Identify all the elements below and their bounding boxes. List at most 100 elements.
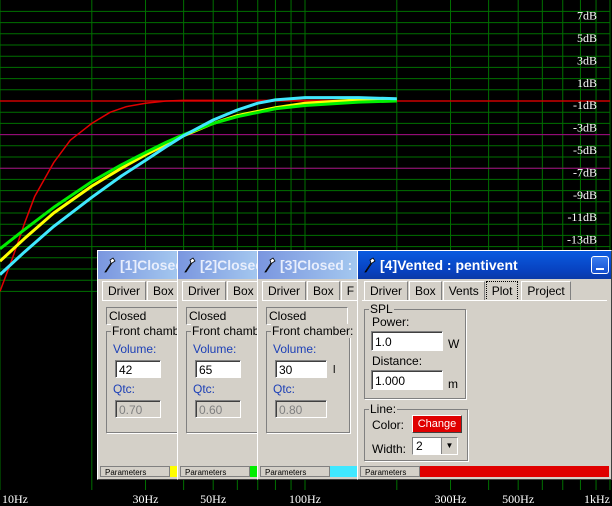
front-chamber-label: Front chamber — [191, 324, 262, 338]
distance-field[interactable]: 1.000 — [371, 370, 443, 390]
y-tick-label: -7dB — [573, 165, 597, 179]
tab-box[interactable]: Box — [307, 281, 340, 300]
status-bar: Parameters — [360, 466, 609, 477]
parameters-label: Parameters — [360, 466, 420, 477]
volume-label: Volume: — [113, 342, 157, 356]
tab-box[interactable]: Box — [227, 281, 260, 300]
window-1-titlebar[interactable]: [1]Closed — [98, 251, 182, 279]
x-tick-label: 30Hz — [133, 492, 159, 506]
qtc-label: Qtc: — [273, 382, 296, 396]
distance-unit: m — [448, 377, 458, 391]
status-bar: Parameters — [180, 466, 260, 477]
wrench-icon — [104, 257, 116, 273]
x-tick-label: 100Hz — [289, 492, 321, 506]
volume-field[interactable]: 65 — [195, 360, 241, 378]
line-group-label: Line: — [369, 402, 398, 416]
y-tick-label: -13dB — [567, 233, 597, 247]
volume-label: Volume: — [273, 342, 317, 356]
x-tick-label: 500Hz — [502, 492, 534, 506]
width-select[interactable]: 2 ▼ — [412, 437, 458, 455]
tab-driver[interactable]: Driver — [102, 281, 146, 300]
box-type-select[interactable]: Closed — [106, 307, 182, 325]
width-label: Width: — [372, 442, 407, 456]
wrench-icon — [264, 257, 276, 273]
distance-label: Distance: — [372, 354, 423, 368]
window-2-titlebar[interactable]: [2]Closed — [178, 251, 262, 279]
box-type-select[interactable]: Closed — [266, 307, 348, 325]
front-chamber-label: Front chamber — [111, 324, 182, 338]
wrench-icon — [184, 257, 196, 273]
response-curve — [0, 96, 397, 276]
qtc-field: 0.80 — [275, 400, 327, 418]
tab-divider — [362, 300, 607, 301]
qtc-field: 0.70 — [115, 400, 161, 418]
parameters-label: Parameters — [100, 466, 170, 477]
color-label: Color: — [372, 418, 405, 432]
window-1-title: [1]Closed — [120, 257, 182, 273]
front-chamber-label: Front chamber: — [271, 324, 355, 338]
x-tick-label: 300Hz — [435, 492, 467, 506]
status-bar: Parameters — [100, 466, 180, 477]
x-tick-labels: 10Hz 30Hz 50Hz 100Hz 300Hz 500Hz 1kHz — [2, 492, 610, 506]
window-3-titlebar[interactable]: [3]Closed : — [258, 251, 362, 279]
response-curve — [0, 98, 397, 263]
parameters-label: Parameters — [180, 466, 250, 477]
width-value: 2 — [416, 439, 423, 453]
tab-vents[interactable]: Vents — [442, 281, 485, 300]
qtc-field: 0.60 — [195, 400, 241, 418]
tab-driver[interactable]: Driver — [262, 281, 306, 300]
window-1[interactable]: [1]Closed Driver Box Closed Front chambe… — [97, 250, 183, 480]
y-tick-label: -3dB — [573, 121, 597, 135]
front-chamber-group: Front chamber Volume: 42 Qtc: 0.70 — [106, 324, 182, 433]
y-tick-label: -5dB — [573, 143, 597, 157]
dropdown-arrow-icon[interactable]: ▼ — [441, 438, 457, 454]
y-tick-label: 5dB — [577, 31, 597, 45]
x-tick-label: 10Hz — [2, 492, 28, 506]
window-4[interactable]: [4]Vented : pentivent Driver Box Vents P… — [357, 250, 612, 480]
tab-plot[interactable]: Plot — [485, 281, 519, 301]
window-4-titlebar[interactable]: [4]Vented : pentivent — [358, 251, 611, 279]
tab-divider — [262, 300, 358, 301]
parameters-label: Parameters — [260, 466, 330, 477]
tab-project[interactable]: Project — [521, 281, 571, 300]
y-tick-label: -9dB — [573, 188, 597, 202]
change-label: Change — [417, 418, 457, 430]
volume-field[interactable]: 30 — [275, 360, 327, 378]
front-chamber-group: Front chamber: Volume: 30 l Qtc: 0.80 — [266, 324, 355, 433]
volume-label: Volume: — [193, 342, 237, 356]
y-tick-labels: 7dB 5dB 3dB 1dB -1dB -3dB -5dB -7dB -9dB -11dB -13… — [567, 9, 597, 247]
change-color-button[interactable]: Change — [412, 415, 462, 433]
y-tick-label: 3dB — [577, 53, 597, 67]
window-4-title: [4]Vented : pentivent — [380, 257, 518, 273]
tab-box[interactable]: Box — [409, 281, 442, 300]
front-chamber-group: Front chamber Volume: 65 Qtc: 0.60 — [186, 324, 262, 433]
qtc-label: Qtc: — [113, 382, 136, 396]
tab-driver[interactable]: Driver — [364, 281, 408, 300]
power-label: Power: — [372, 315, 410, 329]
x-tick-label: 1kHz — [584, 492, 610, 506]
line-color-swatch — [330, 466, 360, 477]
tab-box[interactable]: Box — [147, 281, 180, 300]
window-3-title: [3]Closed : — [280, 257, 353, 273]
tab-divider — [102, 300, 178, 301]
window-2[interactable]: [2]Closed Driver Box Closed Front chambe… — [177, 250, 263, 480]
power-unit: W — [448, 337, 460, 351]
wrench-icon — [364, 257, 376, 273]
x-tick-label: 50Hz — [200, 492, 226, 506]
y-tick-label: 1dB — [577, 76, 597, 90]
power-field[interactable]: 1.0 — [371, 331, 443, 351]
status-bar: Parameters — [260, 466, 360, 477]
window-2-title: [2]Closed — [200, 257, 262, 273]
tab-driver[interactable]: Driver — [182, 281, 226, 300]
y-tick-label: -11dB — [567, 210, 597, 224]
volume-field[interactable]: 42 — [115, 360, 161, 378]
y-tick-label: 7dB — [577, 9, 597, 23]
box-type-select[interactable]: Closed — [186, 307, 262, 325]
y-tick-label: -1dB — [573, 98, 597, 112]
window-3[interactable]: [3]Closed : Driver Box F Closed Front ch… — [257, 250, 363, 480]
volume-unit: l — [333, 364, 336, 376]
spl-group-label: SPL — [369, 302, 394, 316]
minimize-button[interactable] — [591, 256, 609, 274]
qtc-label: Qtc: — [193, 382, 216, 396]
tab-divider — [182, 300, 258, 301]
